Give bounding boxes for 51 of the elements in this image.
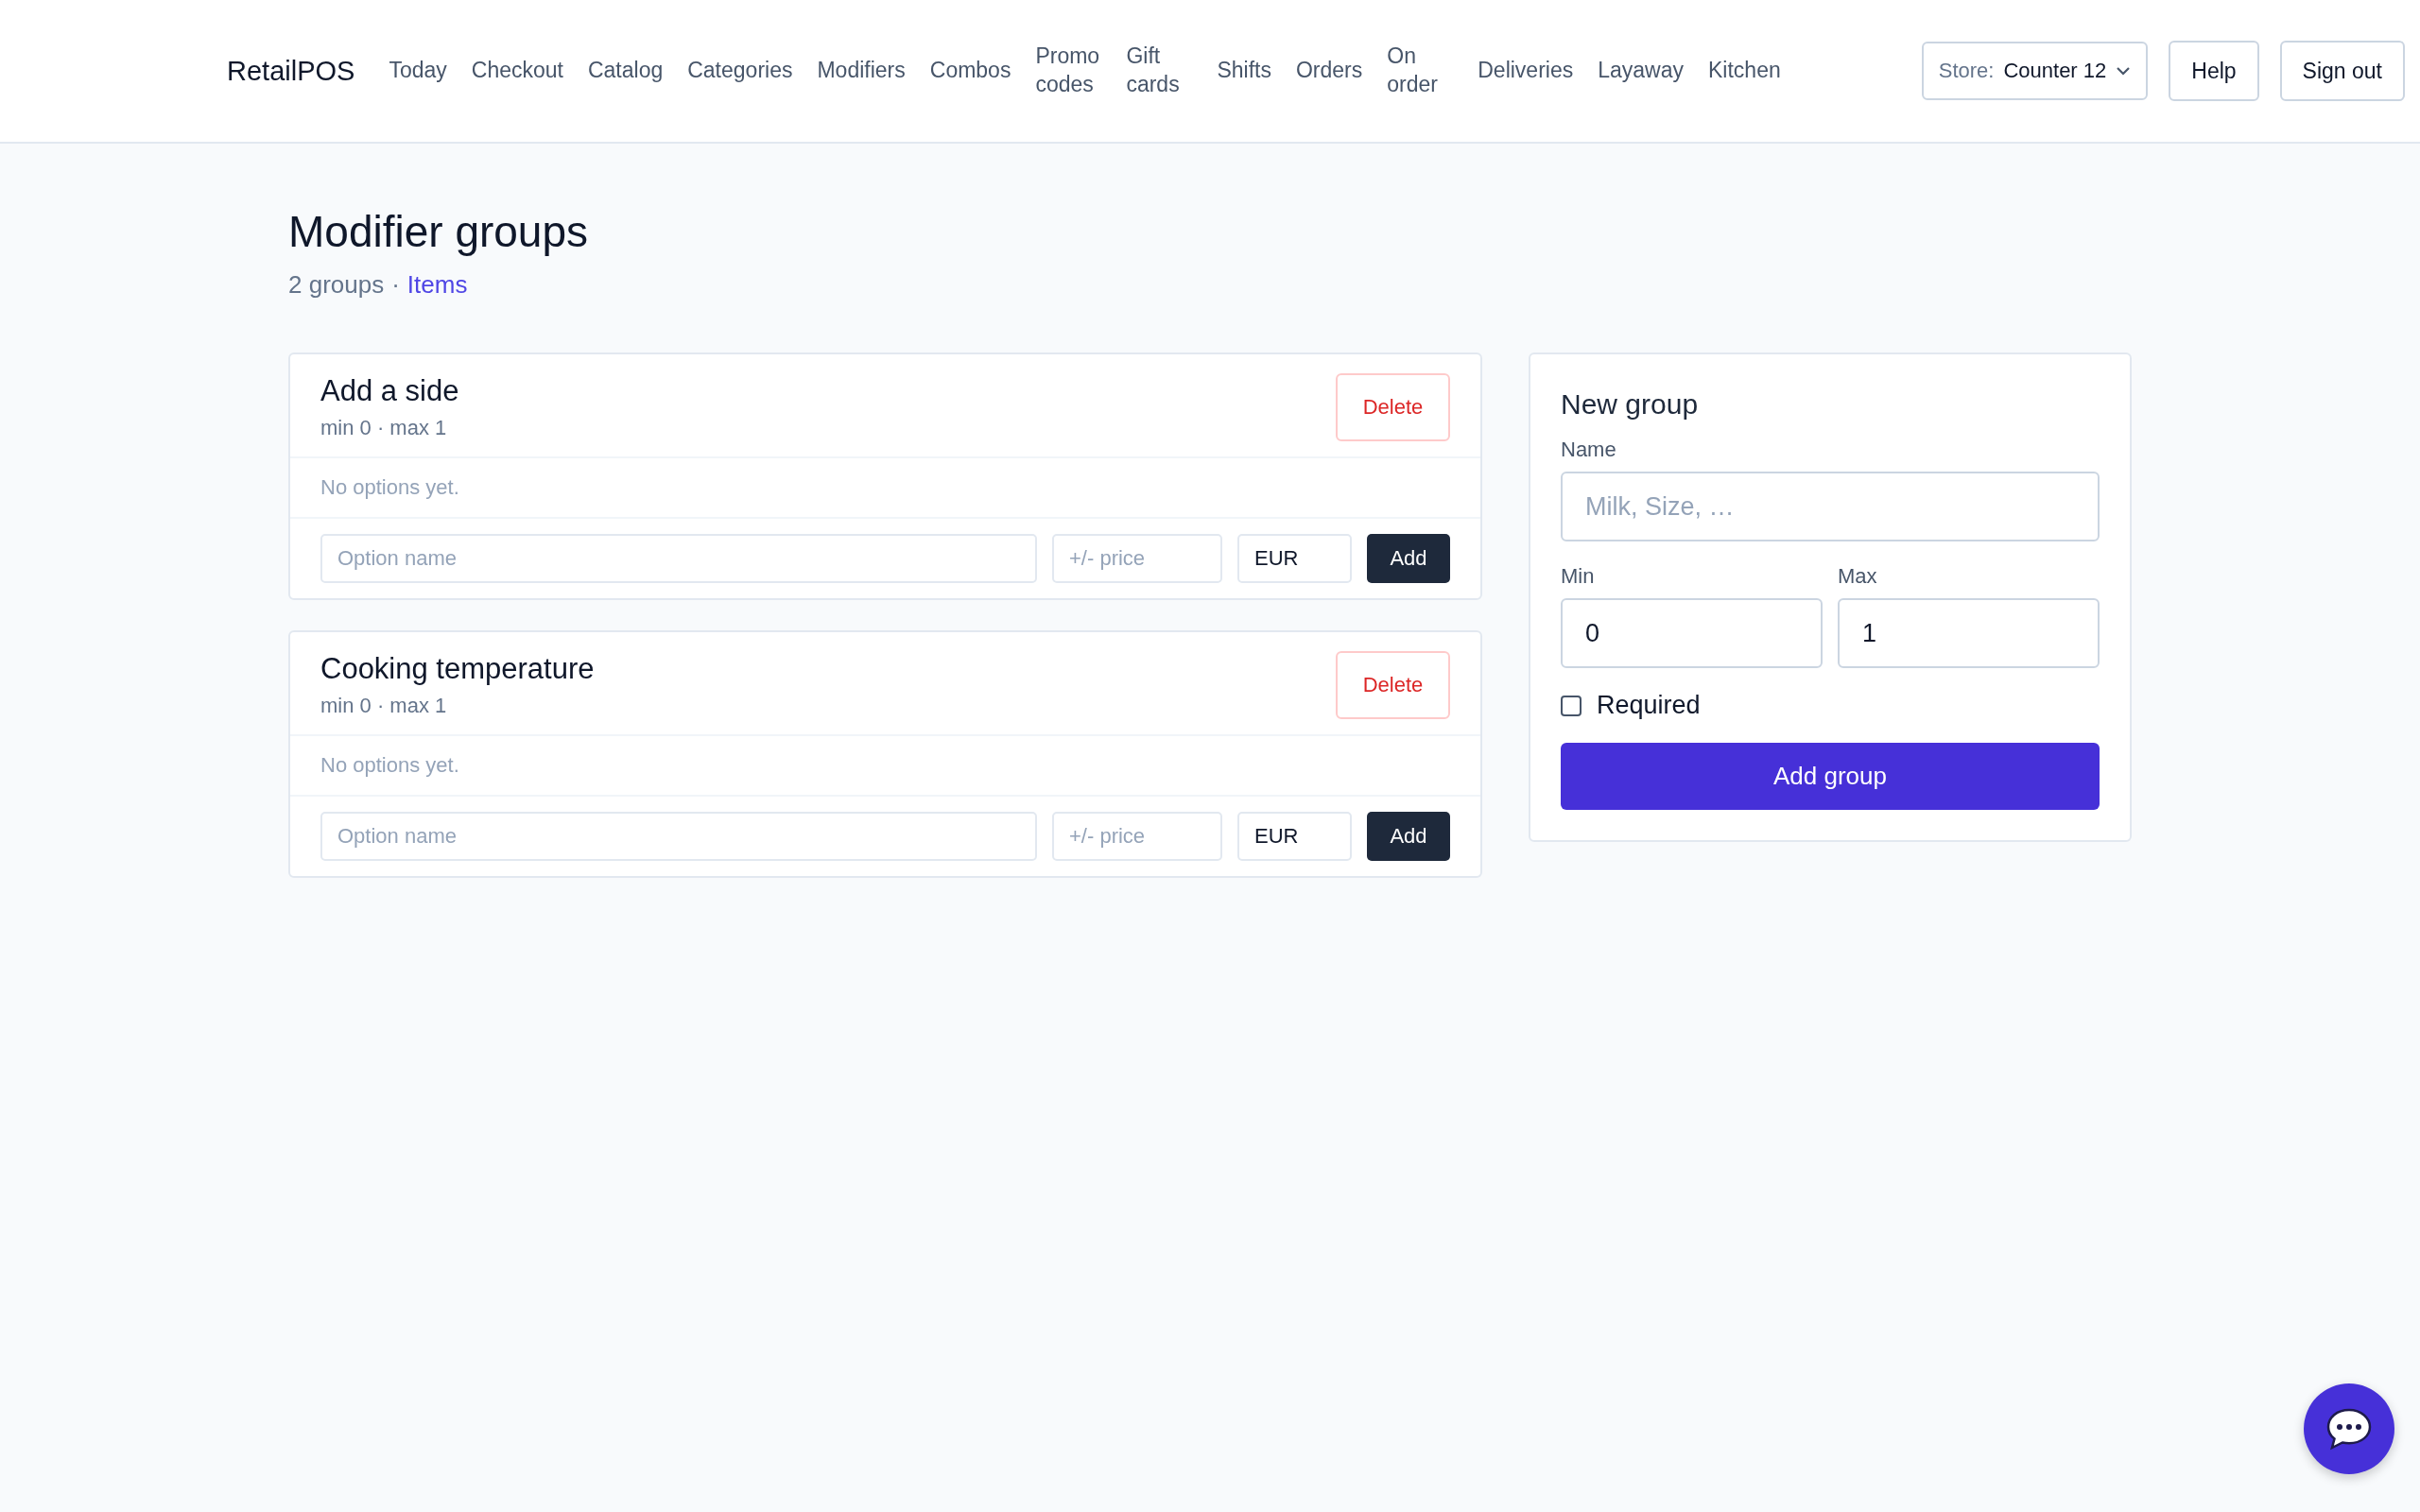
chat-bubble-icon: [2325, 1407, 2373, 1451]
nav-link[interactable]: Modifiers: [817, 57, 906, 85]
nav-link[interactable]: Catalog: [587, 57, 664, 85]
price-field[interactable]: +/- price: [1052, 812, 1222, 861]
group-limits: min 0 · max 1: [320, 694, 448, 718]
nav-link[interactable]: Kitchen: [1708, 57, 1781, 85]
field-label: Min: [1561, 564, 1596, 589]
nav-link[interactable]: Gift cards: [1126, 43, 1193, 99]
nav-link[interactable]: Layaway: [1598, 57, 1684, 85]
nav-link[interactable]: Promo codes: [1035, 43, 1102, 99]
max-field[interactable]: 1: [1838, 598, 2100, 668]
price-field[interactable]: +/- price: [1052, 534, 1222, 583]
checkbox-label: Required: [1597, 691, 1701, 720]
items-link[interactable]: Items: [406, 270, 468, 300]
empty-message: No options yet.: [290, 458, 1480, 519]
empty-message: No options yet.: [290, 736, 1480, 797]
add-group-button[interactable]: Add group: [1561, 743, 2100, 810]
field-label: Name: [1561, 438, 1617, 462]
required-checkbox[interactable]: [1561, 695, 1582, 716]
separator-dot: ·: [391, 270, 400, 300]
nav-link[interactable]: Combos: [929, 57, 1011, 85]
nav-link[interactable]: Checkout: [471, 57, 563, 85]
field-label: Max: [1838, 564, 1878, 589]
chevron-down-icon: [2116, 66, 2132, 76]
nav-link[interactable]: Shifts: [1217, 57, 1271, 85]
nav-link[interactable]: Orders: [1295, 57, 1363, 85]
sign-out-button[interactable]: Sign out: [2279, 41, 2405, 101]
chat-button[interactable]: [2304, 1383, 2394, 1474]
nav-link[interactable]: Deliveries: [1478, 57, 1574, 85]
name-field[interactable]: Milk, Size, …: [1561, 472, 2100, 541]
option-name-field[interactable]: Option name: [320, 812, 1037, 861]
add-button[interactable]: Add: [1367, 812, 1450, 861]
currency-field[interactable]: EUR: [1237, 534, 1352, 583]
min-field[interactable]: 0: [1561, 598, 1823, 668]
nav-link[interactable]: On order: [1387, 43, 1454, 99]
store-select[interactable]: Store: Counter 12: [1921, 42, 2149, 100]
group-limits: min 0 · max 1: [320, 416, 448, 440]
group-name: Cooking temperature: [320, 652, 595, 686]
delete-button[interactable]: Delete: [1336, 651, 1450, 719]
option-name-field[interactable]: Option name: [320, 534, 1037, 583]
group-name: Add a side: [320, 374, 459, 408]
delete-button[interactable]: Delete: [1336, 373, 1450, 441]
form-title: New group: [1561, 388, 1700, 421]
page-title: Modifier groups: [288, 206, 590, 257]
app-logo[interactable]: RetailPOS: [227, 55, 355, 87]
currency-field[interactable]: EUR: [1237, 812, 1352, 861]
group-count: 2 groups: [288, 270, 385, 300]
nav-link[interactable]: Today: [389, 57, 447, 85]
nav-link[interactable]: Categories: [687, 57, 793, 85]
help-button[interactable]: Help: [2169, 41, 2259, 101]
add-button[interactable]: Add: [1367, 534, 1450, 583]
